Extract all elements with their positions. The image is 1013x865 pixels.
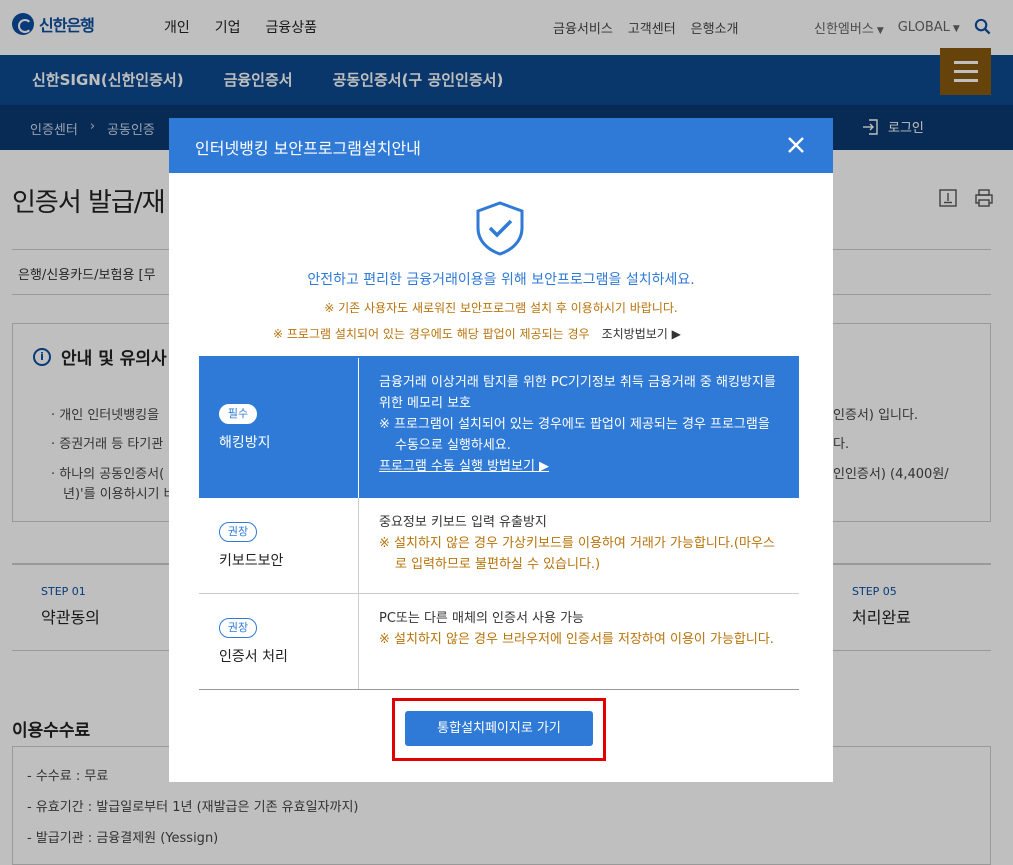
modal-notice: ※ 기존 사용자도 새로워진 보안프로그램 설치 후 이용하시기 바랍니다. <box>324 301 678 315</box>
program-desc-cell: PC또는 다른 매체의 인증서 사용 가능 ※ 설치하지 않은 경우 브라우저에… <box>359 594 799 689</box>
program-desc-cell: 중요정보 키보드 입력 유출방지 ※ 설치하지 않은 경우 가상키보드를 이용하… <box>359 498 799 593</box>
program-desc: 중요정보 키보드 입력 유출방지 <box>379 515 547 530</box>
program-desc: PC또는 다른 매체의 인증서 사용 가능 <box>379 611 585 626</box>
program-warning: ※ 설치하지 않은 경우 브라우저에 인증서를 저장하여 이용이 가능합니다. <box>379 632 774 647</box>
program-desc-cell: 금융거래 이상거래 탐지를 위한 PC기기정보 취득 금융거래 중 해킹방지를 … <box>359 358 799 498</box>
required-badge: 필수 <box>219 404 257 424</box>
program-row: 권장 키보드보안 중요정보 키보드 입력 유출방지 ※ 설치하지 않은 경우 가… <box>199 498 799 594</box>
program-row: 권장 인증서 처리 PC또는 다른 매체의 인증서 사용 가능 ※ 설치하지 않… <box>199 594 799 690</box>
modal-notice: ※ 프로그램 설치되어 있는 경우에도 해당 팝업이 제공되는 경우 <box>273 327 590 341</box>
recommended-badge: 권장 <box>219 521 257 542</box>
recommended-badge: 권장 <box>219 617 257 638</box>
shield-check-icon <box>476 201 524 256</box>
program-table: 필수 해킹방지 금융거래 이상거래 탐지를 위한 PC기기정보 취득 금융거래 … <box>199 356 799 690</box>
program-label-cell: 권장 인증서 처리 <box>199 594 359 689</box>
program-warning: ※ 설치하지 않은 경우 가상키보드를 이용하여 거래가 가능합니다.(마우스로… <box>379 536 775 572</box>
modal-title: 인터넷뱅킹 보안프로그램설치안내 <box>195 139 421 158</box>
program-label-cell: 필수 해킹방지 <box>199 358 359 498</box>
program-name: 해킹방지 <box>219 435 271 451</box>
program-label-cell: 권장 키보드보안 <box>199 498 359 593</box>
security-install-modal: 인터넷뱅킹 보안프로그램설치안내 안전하고 편리한 금융거래이용을 위해 보안프… <box>169 118 833 782</box>
close-icon[interactable] <box>786 135 806 155</box>
program-name: 인증서 처리 <box>219 648 288 665</box>
manual-run-link[interactable]: 프로그램 수동 실행 방법보기 ▶ <box>379 456 779 477</box>
modal-header: 인터넷뱅킹 보안프로그램설치안내 <box>169 118 833 173</box>
program-warning: ※ 프로그램이 설치되어 있는 경우에도 팝업이 제공되는 경우 프로그램을 수… <box>379 417 770 453</box>
go-install-page-button[interactable]: 통합설치페이지로 가기 <box>405 711 593 746</box>
program-name: 키보드보안 <box>219 552 284 569</box>
modal-notice-row: ※ 프로그램 설치되어 있는 경우에도 해당 팝업이 제공되는 경우 조치방법보… <box>273 325 681 342</box>
program-desc: 금융거래 이상거래 탐지를 위한 PC기기정보 취득 금융거래 중 해킹방지를 … <box>379 375 776 411</box>
program-row: 필수 해킹방지 금융거래 이상거래 탐지를 위한 PC기기정보 취득 금융거래 … <box>199 358 799 498</box>
howto-link[interactable]: 조치방법보기 ▶ <box>602 325 681 342</box>
modal-message: 안전하고 편리한 금융거래이용을 위해 보안프로그램을 설치하세요. <box>307 272 695 288</box>
